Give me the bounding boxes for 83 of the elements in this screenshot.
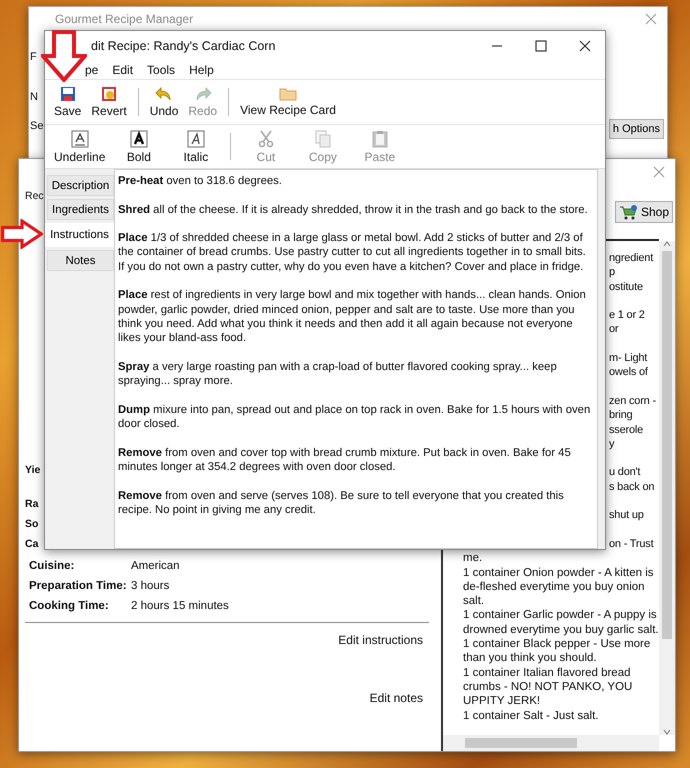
instruction-paragraph: Shred all of the cheese. If it is already shredded, throw it in the trash and go back to the store. <box>118 202 589 217</box>
ingredient-text: u don't <box>609 465 642 480</box>
underline-icon <box>70 130 89 148</box>
instruction-paragraph: Dump mixure into pan, spread out and place on top rack in oven. Bake for 1.5 hours with oven door closed. <box>118 402 592 432</box>
ingredient-text: sserole <box>609 422 644 437</box>
tab[interactable]: Instructions <box>45 223 114 247</box>
ingredient-text: owels of <box>609 365 649 380</box>
field-label: Ra <box>25 498 38 510</box>
scrollbar[interactable] <box>443 735 659 751</box>
clipboard-icon <box>372 130 388 148</box>
ingredient-text: me. <box>463 551 484 566</box>
scrollbar[interactable] <box>659 241 675 735</box>
tab[interactable]: Description <box>47 175 114 196</box>
toolbar-button[interactable]: Save <box>49 80 86 124</box>
cart-icon <box>618 204 639 220</box>
ingredient-text: ostitute <box>609 280 644 294</box>
field-label: Preparation Time: <box>29 580 128 592</box>
instructions-text-area[interactable] <box>114 169 598 549</box>
window-title: Gourmet Recipe Manager <box>55 12 194 26</box>
folder-icon <box>278 87 297 101</box>
instruction-paragraph: Remove from oven and cover top with bread crumb mixture. Put back in oven. Bake for 45 minutes longer at 354.2 degrees with oven door closed. <box>118 446 572 474</box>
ingredient-text: m- Light <box>609 351 648 366</box>
field-label: Ca <box>25 538 38 550</box>
label-fragment: N <box>30 91 39 103</box>
close-icon[interactable] <box>579 40 591 52</box>
tab[interactable]: Rec <box>25 187 44 202</box>
maximize-icon[interactable] <box>535 40 547 52</box>
field-value: American <box>131 560 180 572</box>
ingredient-text: 1 container Salt - Just salt. <box>463 708 600 723</box>
toolbar-button[interactable]: Bold <box>110 125 168 168</box>
ingredient-text: shut up <box>609 508 645 523</box>
toolbar-button[interactable]: View Recipe Card <box>235 80 341 124</box>
menu-item[interactable]: pe <box>85 63 98 77</box>
instruction-paragraph: Remove from oven and serve (serves 108). Be sure to tell everyone that you created this recipe. No point in giving me any credit. <box>118 488 565 518</box>
field-label: So <box>25 518 38 530</box>
italic-icon <box>186 130 205 148</box>
ingredient-text: 1 container Italian flavored bread crumbs - NO! NOT PANKO, YOU UPPITY JERK! <box>463 666 634 708</box>
toolbar-button[interactable]: Underline <box>49 125 110 168</box>
ingredient-text: or <box>609 322 620 337</box>
save-icon <box>60 86 76 102</box>
field-label: Cooking Time: <box>29 600 110 612</box>
ingredient-text: 1 container Black pepper - Use more than you think you should. <box>463 637 652 666</box>
ingredient-text: s back on <box>609 480 656 494</box>
instruction-paragraph: Pre-heat oven to 318.6 degrees. <box>118 174 283 188</box>
ingredient-text: ngredient <box>609 251 654 266</box>
edit-link[interactable]: Edit notes <box>370 691 423 705</box>
field-value: 2 hours 15 minutes <box>131 600 229 612</box>
field-value: 3 hours <box>131 580 170 592</box>
toolbar-button[interactable]: Italic <box>167 125 224 168</box>
label-fragment: Se <box>30 120 44 132</box>
redo-icon <box>194 86 212 102</box>
undo-icon <box>155 86 174 102</box>
chevron-down-icon[interactable] <box>663 729 671 735</box>
scissors-icon <box>258 130 274 148</box>
toolbar-button[interactable]: Undo <box>144 80 184 124</box>
instruction-paragraph: Spray a very large roasting pan with a crap-load of butter flavored cooking spray... keep spraying... spray more. <box>118 360 558 388</box>
ingredient-text: 1 container Garlic powder - A puppy is drowned everytime you buy garlic salt. <box>463 608 659 638</box>
tab[interactable]: Ingredients <box>47 199 114 220</box>
bold-icon <box>130 130 148 148</box>
ingredient-text: y <box>609 436 616 452</box>
menu-item[interactable]: Help <box>189 63 214 77</box>
options-button[interactable]: h Options <box>608 119 664 139</box>
ingredient-text: e 1 or 2 <box>609 308 646 322</box>
tab[interactable]: Notes <box>47 250 114 271</box>
revert-icon <box>101 86 118 102</box>
instruction-paragraph: Place 1/3 of shredded cheese in a large glass or metal bowl. Add 2 sticks of butter and 2/3 of the container of bread crumbs. Use pastry cutter to cut all ingredients together in to small bits. If you do not own a pastry cutter, why do you even have a kitchen? Cover and place in fridge. <box>118 231 587 274</box>
label-fragment: F <box>30 51 38 63</box>
menu-item[interactable]: Tools <box>147 63 176 77</box>
field-label: Cuisine: <box>29 560 76 572</box>
instruction-paragraph: Place rest of ingredients in very large bowl and mix together with hands... clean hands. Onion powder, garlic powder, dried minced onion, pepper and salt are to taste. Use more than you think you need. Add what you think it needs and then add it all again because not everyone likes your bland-ass food. <box>118 288 587 346</box>
ingredient-text: zen corn - <box>609 394 657 408</box>
field-label: Yie <box>25 464 40 476</box>
menu-item[interactable]: Edit <box>112 63 134 77</box>
window-title: dit Recipe: Randy's Cardiac Corn <box>91 39 276 53</box>
copy-icon <box>314 130 331 148</box>
shop-button[interactable]: Shop <box>614 201 673 223</box>
edit-link[interactable]: Edit instructions <box>338 633 423 647</box>
ingredient-text: on - Trust <box>609 536 655 552</box>
ingredient-text: 1 container Onion powder - A kitten is de-fleshed everytime you buy onion salt. <box>463 566 654 608</box>
toolbar-button[interactable]: Revert <box>86 80 132 124</box>
ingredient-text: p <box>609 265 616 280</box>
chevron-up-icon[interactable] <box>663 241 671 247</box>
ingredient-text: bring <box>609 408 634 423</box>
